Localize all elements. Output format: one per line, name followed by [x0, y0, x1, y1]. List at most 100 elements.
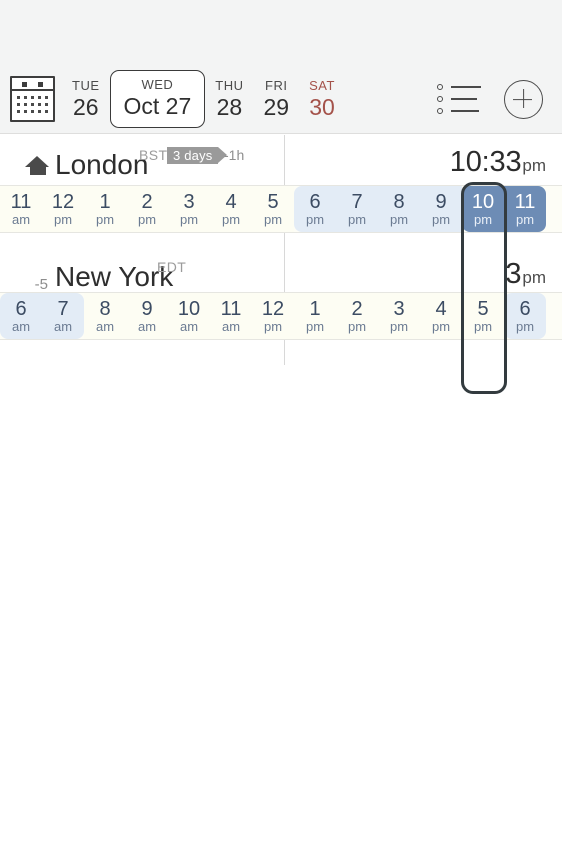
- offset-delta-london: -1h: [224, 147, 245, 163]
- list-icon-row: [437, 107, 481, 116]
- hour-meridiem: am: [221, 319, 241, 334]
- hour-cell[interactable]: 6 pm: [294, 186, 336, 232]
- hour-meridiem: pm: [179, 212, 199, 227]
- status-bar: [0, 0, 562, 62]
- hour-meridiem: pm: [305, 319, 325, 334]
- calendar-icon[interactable]: [10, 76, 55, 122]
- hour-cell[interactable]: 7 am: [42, 293, 84, 339]
- hour-value: 9: [141, 298, 153, 320]
- hour-meridiem: pm: [431, 212, 451, 227]
- hour-value: 7: [351, 191, 363, 213]
- hour-cell[interactable]: 2 pm: [336, 293, 378, 339]
- hour-cell[interactable]: 11 am: [0, 186, 42, 232]
- hour-cell[interactable]: 6 pm: [504, 293, 546, 339]
- hour-cell[interactable]: 9 pm: [420, 186, 462, 232]
- hour-strip-london[interactable]: 11 am 12 pm 1 pm 2 pm 3 pm 4 pm 5 pm 6 pm 7 pm 8p…: [0, 185, 562, 233]
- hour-value: 8: [99, 298, 111, 320]
- hour-meridiem: pm: [221, 212, 241, 227]
- hour-cell-selected[interactable]: 5 pm: [462, 293, 504, 339]
- hour-strip-newyork[interactable]: 6 am 7 am 8 am 9 am 10 am 11 am 12 pm 1 pm 2 pm 3…: [0, 292, 562, 340]
- hour-cell[interactable]: 8 am: [84, 293, 126, 339]
- clock-time-london: 10:33: [449, 146, 522, 178]
- calendar-icon-tab: [38, 82, 43, 87]
- hour-meridiem: pm: [515, 319, 535, 334]
- hour-meridiem: pm: [389, 319, 409, 334]
- calendar-icon-tab: [22, 82, 27, 87]
- app-root: TUE 26 WED Oct 27 THU 28 FRI 29 SAT 30 L…: [0, 0, 562, 868]
- hour-cell[interactable]: 3 pm: [378, 293, 420, 339]
- hour-meridiem: pm: [473, 212, 493, 227]
- clock-meridiem-london: pm: [522, 156, 546, 175]
- hour-value: 5: [267, 191, 279, 213]
- hour-cell[interactable]: 5 pm: [252, 186, 294, 232]
- list-icon[interactable]: [437, 82, 481, 118]
- hour-value: 12: [261, 298, 285, 320]
- hour-value: 6: [519, 298, 531, 320]
- hour-meridiem: pm: [347, 212, 367, 227]
- hour-cell-selected[interactable]: 10 pm: [462, 186, 504, 232]
- day-item-number: Oct 27: [123, 93, 192, 119]
- clock-meridiem-newyork: pm: [522, 268, 546, 287]
- hour-meridiem: pm: [515, 212, 535, 227]
- hour-value: 4: [435, 298, 447, 320]
- day-item-number: 30: [309, 93, 335, 120]
- hour-meridiem: pm: [347, 319, 367, 334]
- day-item-dow: TUE: [72, 77, 100, 93]
- day-item-dow: THU: [215, 77, 244, 93]
- status-badge-london: 3 days: [167, 147, 226, 164]
- hour-cell[interactable]: 6 am: [0, 293, 42, 339]
- city-name-london: London: [55, 149, 149, 180]
- day-item-wed[interactable]: WED Oct 27: [109, 70, 206, 128]
- hour-meridiem: am: [53, 319, 73, 334]
- hour-meridiem: pm: [389, 212, 409, 227]
- city-row-newyork[interactable]: -5 New York EDT 5:33pm: [0, 252, 562, 297]
- hour-cell[interactable]: 1 pm: [84, 186, 126, 232]
- hour-cell[interactable]: 12 pm: [42, 186, 84, 232]
- hour-cell[interactable]: 7 pm: [336, 186, 378, 232]
- clock-time-newyork: 5:33: [465, 258, 522, 290]
- city-row-london[interactable]: London BST 3 days -1h 10:33pm: [0, 140, 562, 185]
- hour-value: 3: [393, 298, 405, 320]
- hour-meridiem: am: [137, 319, 157, 334]
- calendar-icon-grid: [17, 96, 49, 113]
- hour-cell[interactable]: 4 pm: [420, 293, 462, 339]
- hour-cell[interactable]: 3 pm: [168, 186, 210, 232]
- hour-value: 6: [309, 191, 321, 213]
- hour-cell[interactable]: 11 am: [210, 293, 252, 339]
- hour-value: 2: [141, 191, 153, 213]
- hour-cell[interactable]: 2 pm: [126, 186, 168, 232]
- day-item-fri[interactable]: FRI 29: [253, 70, 299, 128]
- day-item-dow: FRI: [265, 77, 288, 93]
- hour-cell[interactable]: 11 pm: [504, 186, 546, 232]
- hour-cell[interactable]: 1 pm: [294, 293, 336, 339]
- hour-cell[interactable]: 12 pm: [252, 293, 294, 339]
- hour-meridiem: pm: [53, 212, 73, 227]
- day-item-sat[interactable]: SAT 30: [299, 70, 345, 128]
- calendar-icon-header: [12, 78, 53, 91]
- hour-cell[interactable]: 8 pm: [378, 186, 420, 232]
- hour-value: 4: [225, 191, 237, 213]
- hour-meridiem: pm: [305, 212, 325, 227]
- add-button[interactable]: [504, 80, 543, 119]
- hour-value: 11: [220, 298, 242, 320]
- hour-meridiem: pm: [431, 319, 451, 334]
- list-icon-row: [437, 83, 481, 92]
- hour-value: 8: [393, 191, 405, 213]
- hour-value: 11: [10, 191, 32, 213]
- day-selector: TUE 26 WED Oct 27 THU 28 FRI 29 SAT 30: [62, 70, 345, 128]
- hour-value: 1: [309, 298, 321, 320]
- day-item-number: 26: [72, 93, 99, 120]
- hour-cell[interactable]: 4 pm: [210, 186, 252, 232]
- timezone-abbr-newyork: EDT: [157, 259, 187, 275]
- hour-cell[interactable]: 9 am: [126, 293, 168, 339]
- day-item-number: 29: [263, 93, 290, 120]
- home-icon: [25, 156, 50, 175]
- day-item-tue[interactable]: TUE 26: [62, 70, 110, 128]
- hour-meridiem: am: [179, 319, 199, 334]
- hour-value: 5: [477, 298, 489, 320]
- hour-meridiem: pm: [263, 319, 283, 334]
- hour-cell[interactable]: 10 am: [168, 293, 210, 339]
- clock-london: 10:33pm: [450, 144, 546, 180]
- day-item-thu[interactable]: THU 28: [205, 70, 253, 128]
- hour-meridiem: am: [11, 212, 31, 227]
